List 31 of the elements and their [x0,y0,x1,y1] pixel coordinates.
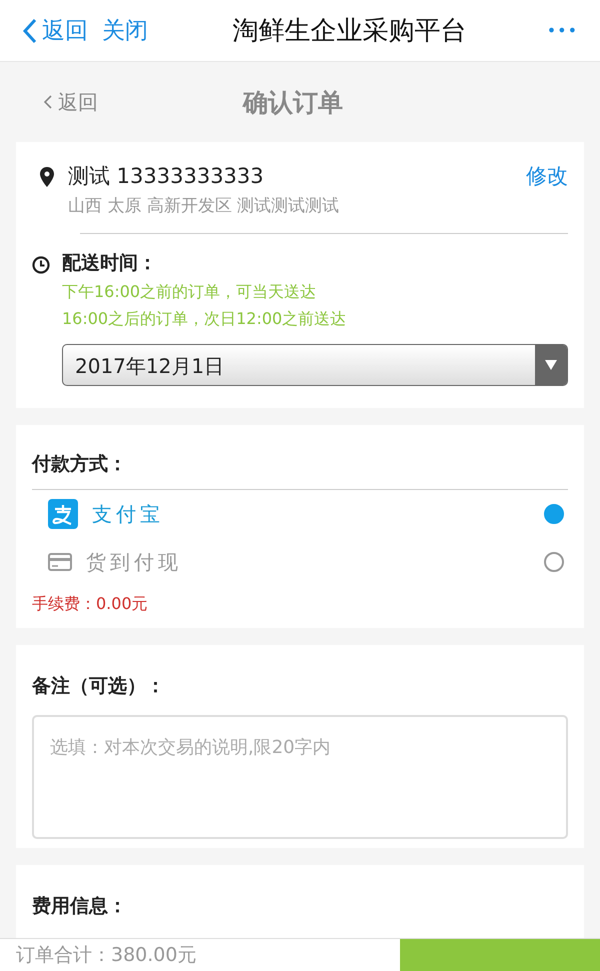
back-icon [22,16,38,44]
payment-option[interactable]: 支付宝 [32,490,568,538]
back-link[interactable]: 返回 [44,88,98,116]
dropdown-arrow-icon [545,360,557,370]
payment-option[interactable]: 货到付现 [32,538,568,586]
more-button[interactable]: ••• [546,21,578,40]
location-pin-icon [40,167,54,187]
radio-button[interactable] [544,552,564,572]
radio-button[interactable] [544,504,564,524]
alipay-icon [48,499,78,529]
payment-label: 付款方式： [32,452,128,477]
back-link[interactable]: 返回 [22,15,88,46]
back-label: 返回 [42,17,88,46]
page-title: 淘鲜生企业采购平台 [231,15,468,48]
chevron-left-icon [44,95,52,109]
delivery-note: 下午16:00之前的订单，可当天送达 [62,282,318,303]
clock-icon [32,256,50,274]
header-title: 确认订单 [243,86,343,118]
remark-label: 备注（可选）： [32,674,166,699]
delivery-time-label: 配送时间： [62,251,158,276]
fee-text: 手续费：0.00元 [32,594,149,615]
delivery-note: 16:00之后的订单，次日12:00之前送达 [62,309,348,330]
date-select[interactable]: 2017年12月1日 [62,344,568,386]
edit-link[interactable]: 修改 [526,162,568,190]
remark-field[interactable]: 选填：对本次交易的说明,限20字内 [32,715,568,839]
close-link[interactable]: 关闭 [102,15,148,46]
cost-label: 费用信息： [32,894,128,919]
address-detail: 山西 太原 高新开发区 测试测试测试 [68,195,340,217]
card-icon [48,552,72,572]
recipient-name-phone: 测试 13333333333 [68,163,265,190]
order-total: 订单合计：380.00元 [15,943,198,968]
